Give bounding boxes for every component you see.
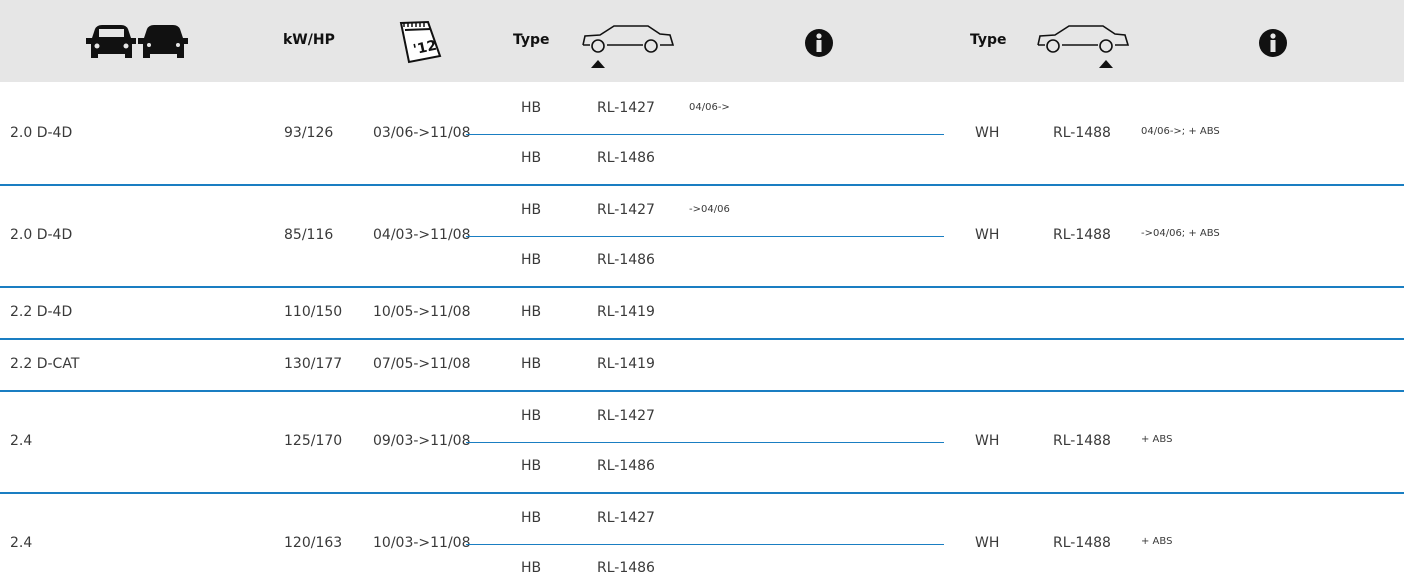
front-part-cell: RL-1486 bbox=[597, 252, 655, 268]
sub-divider bbox=[466, 134, 944, 135]
type-rear-header: Type bbox=[970, 32, 1007, 48]
row-divider bbox=[0, 338, 1404, 340]
rear-part-cell: RL-1488 bbox=[1053, 433, 1111, 449]
rear-part-cell: RL-1488 bbox=[1053, 227, 1111, 243]
type-front-header: Type bbox=[513, 32, 550, 48]
kw-hp-cell: 110/150 bbox=[284, 304, 343, 320]
calendar-icon: '12 bbox=[399, 20, 442, 64]
front-type-cell: HB bbox=[521, 458, 542, 474]
front-type-cell: HB bbox=[521, 150, 542, 166]
sub-divider bbox=[466, 236, 944, 237]
front-type-cell: HB bbox=[521, 560, 542, 576]
kw-hp-cell: 93/126 bbox=[284, 125, 334, 141]
rear-type-cell: WH bbox=[975, 433, 1000, 449]
front-part-cell: RL-1427 bbox=[597, 510, 655, 526]
kw-hp-cell: 130/177 bbox=[284, 356, 343, 372]
front-part-cell: RL-1427 bbox=[597, 100, 655, 116]
rear-note-cell: + ABS bbox=[1141, 434, 1173, 445]
front-part-cell: RL-1486 bbox=[597, 150, 655, 166]
front-note-cell: ->04/06 bbox=[689, 204, 730, 215]
front-note-cell: 04/06-> bbox=[689, 102, 730, 113]
front-part-cell: RL-1419 bbox=[597, 304, 655, 320]
table-header: kW/HP '12 Type Type bbox=[0, 0, 1404, 82]
info-icon bbox=[1259, 29, 1287, 57]
rear-part-cell: RL-1488 bbox=[1053, 535, 1111, 551]
kw-hp-header: kW/HP bbox=[283, 32, 335, 48]
kw-hp-cell: 125/170 bbox=[284, 433, 343, 449]
period-cell: 03/06->11/08 bbox=[373, 125, 471, 141]
row-divider bbox=[0, 492, 1404, 494]
two-cars-icon bbox=[86, 25, 188, 58]
period-cell: 07/05->11/08 bbox=[373, 356, 471, 372]
front-type-cell: HB bbox=[521, 202, 542, 218]
rear-note-cell: ->04/06; + ABS bbox=[1141, 228, 1220, 239]
front-part-cell: RL-1419 bbox=[597, 356, 655, 372]
rear-type-cell: WH bbox=[975, 125, 1000, 141]
front-type-cell: HB bbox=[521, 100, 542, 116]
rear-type-cell: WH bbox=[975, 227, 1000, 243]
row-divider bbox=[0, 390, 1404, 392]
kw-hp-cell: 85/116 bbox=[284, 227, 334, 243]
engine-cell: 2.0 D-4D bbox=[10, 227, 73, 243]
front-part-cell: RL-1486 bbox=[597, 560, 655, 576]
car-front-axle-icon bbox=[582, 25, 675, 68]
rear-note-cell: 04/06->; + ABS bbox=[1141, 126, 1220, 137]
rear-note-cell: + ABS bbox=[1141, 536, 1173, 547]
car-rear-axle-icon bbox=[1037, 25, 1130, 68]
front-type-cell: HB bbox=[521, 304, 542, 320]
period-cell: 04/03->11/08 bbox=[373, 227, 471, 243]
front-part-cell: RL-1427 bbox=[597, 408, 655, 424]
front-part-cell: RL-1486 bbox=[597, 458, 655, 474]
rear-part-cell: RL-1488 bbox=[1053, 125, 1111, 141]
front-type-cell: HB bbox=[521, 356, 542, 372]
kw-hp-cell: 120/163 bbox=[284, 535, 343, 551]
info-icon bbox=[805, 29, 833, 57]
sub-divider bbox=[466, 442, 944, 443]
period-cell: 10/03->11/08 bbox=[373, 535, 471, 551]
engine-cell: 2.2 D-CAT bbox=[10, 356, 80, 372]
front-type-cell: HB bbox=[521, 408, 542, 424]
front-type-cell: HB bbox=[521, 252, 542, 268]
front-type-cell: HB bbox=[521, 510, 542, 526]
front-part-cell: RL-1427 bbox=[597, 202, 655, 218]
period-cell: 10/05->11/08 bbox=[373, 304, 471, 320]
period-cell: 09/03->11/08 bbox=[373, 433, 471, 449]
engine-cell: 2.2 D-4D bbox=[10, 304, 73, 320]
rear-type-cell: WH bbox=[975, 535, 1000, 551]
engine-cell: 2.0 D-4D bbox=[10, 125, 73, 141]
row-divider bbox=[0, 184, 1404, 186]
engine-cell: 2.4 bbox=[10, 433, 33, 449]
sub-divider bbox=[466, 544, 944, 545]
engine-cell: 2.4 bbox=[10, 535, 33, 551]
row-divider bbox=[0, 286, 1404, 288]
